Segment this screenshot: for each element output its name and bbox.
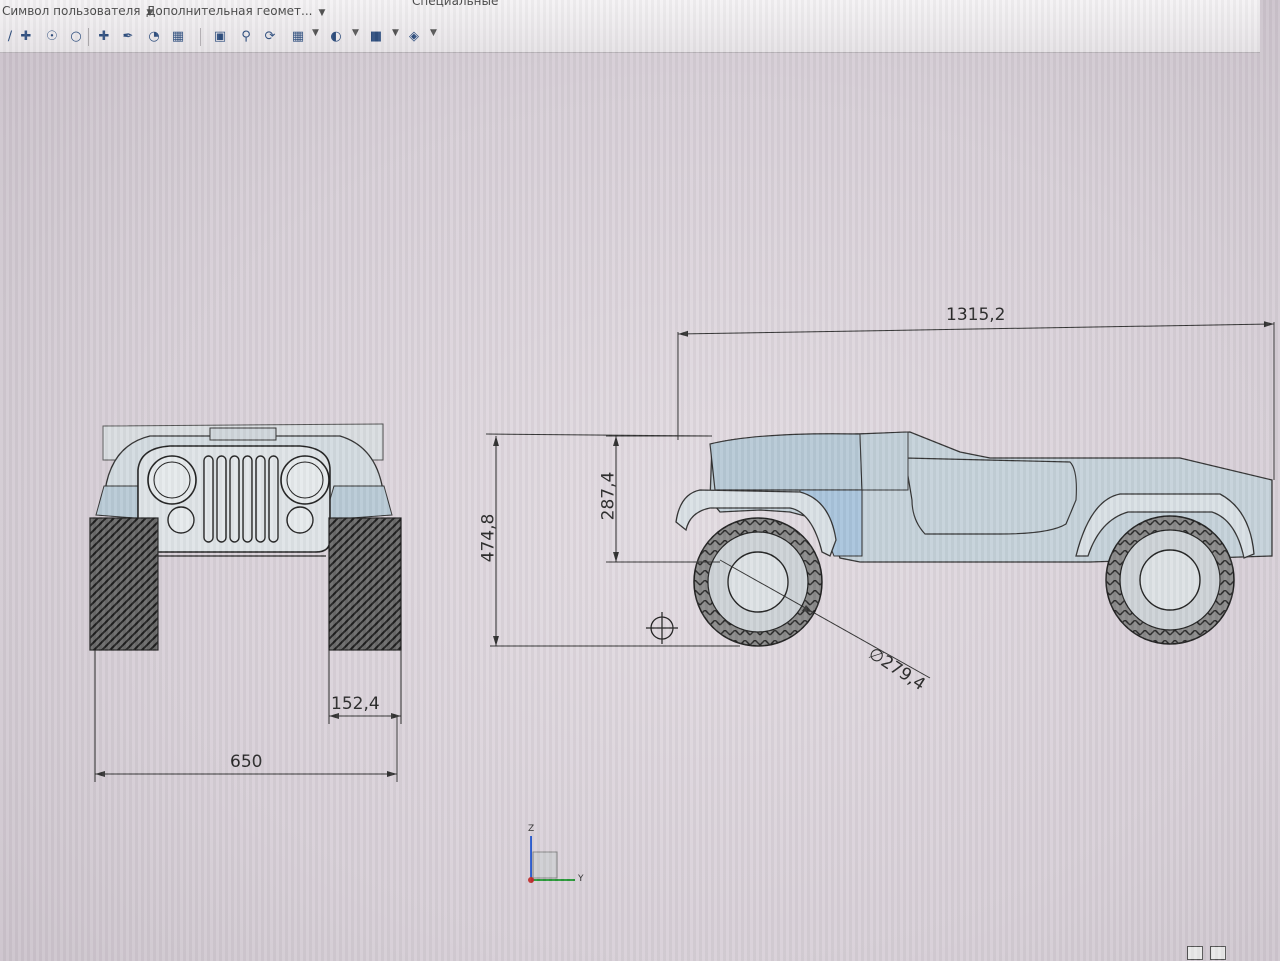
status-grid-icon[interactable] — [1187, 946, 1203, 960]
dim-line-overall-length — [677, 323, 1275, 335]
front-wheel-rim — [727, 551, 789, 613]
front-left-tire — [89, 517, 159, 651]
dim-label-tire-width: 152,4 — [331, 694, 380, 714]
front-right-fender — [323, 485, 393, 521]
side-cowl — [859, 431, 909, 491]
drawing-svg — [89, 321, 1275, 883]
dim-label-hood-height: 287,4 — [598, 471, 619, 521]
front-vent — [209, 427, 277, 441]
axis-y-label: Y — [578, 874, 584, 884]
axis-z-label: Z — [528, 824, 535, 834]
status-snap-icon[interactable] — [1210, 946, 1226, 960]
front-view — [89, 423, 402, 782]
grille-slot — [203, 455, 214, 543]
right-headlight — [280, 455, 330, 505]
axis-cube — [532, 851, 558, 879]
rear-wheel-rim — [1139, 549, 1201, 611]
grille-slot — [255, 455, 266, 543]
axis-triad — [528, 836, 575, 883]
grille-slot — [242, 455, 253, 543]
grille-slot — [216, 455, 227, 543]
axis-x-origin — [528, 877, 534, 883]
front-right-tire — [328, 517, 402, 651]
dim-label-overall-height: 474,8 — [478, 513, 499, 563]
side-hood — [709, 433, 863, 491]
left-headlight — [147, 455, 197, 505]
grille-slot — [268, 455, 279, 543]
dim-label-overall-length: 1315,2 — [946, 305, 1006, 325]
dim-label-overall-width: 650 — [230, 752, 263, 772]
cursor-crosshair-icon — [646, 612, 678, 644]
left-fog-light — [167, 506, 195, 534]
right-fog-light — [286, 506, 314, 534]
grille-slot — [229, 455, 240, 543]
